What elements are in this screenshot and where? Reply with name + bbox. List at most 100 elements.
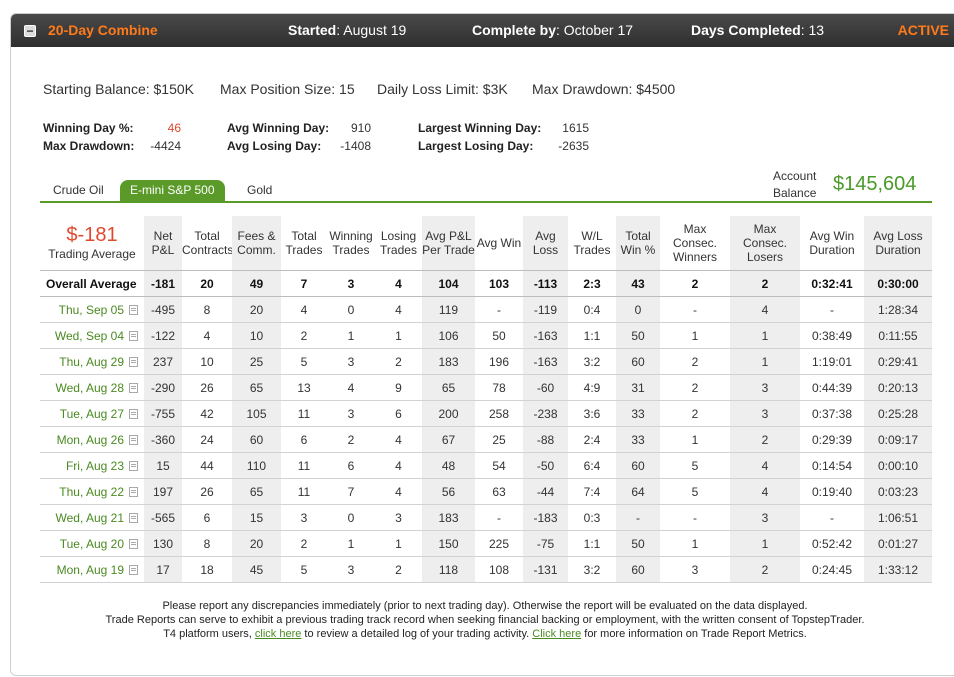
table-cell: 3 (327, 556, 375, 583)
table-cell: 2 (660, 348, 730, 375)
table-cell: 258 (475, 400, 523, 427)
table-cell: -183 (523, 504, 568, 531)
report-document-icon[interactable] (129, 305, 138, 316)
table-cell: 15 (144, 452, 182, 479)
table-cell: 3:6 (568, 400, 616, 427)
table-cell: 33 (616, 426, 660, 453)
report-document-icon[interactable] (129, 539, 138, 550)
table-cell: -119 (523, 296, 568, 323)
footer-text-pre: T4 platform users, (163, 628, 255, 640)
trade-report-table: $-181 Trading Average Net P&L Total Contr… (40, 216, 932, 583)
table-cell: 1 (660, 322, 730, 349)
date-link[interactable]: Mon, Aug 26 (57, 433, 124, 447)
max-drawdown-value: -4424 (150, 139, 181, 153)
table-cell: 103 (475, 270, 523, 297)
table-cell: 0 (327, 296, 375, 323)
table-row: Thu, Aug 29 237 10 25 5 3 2 183 196 -163 3:2 60 2 1 1:… (40, 348, 932, 375)
table-cell: 119 (422, 296, 475, 323)
report-document-icon[interactable] (129, 435, 138, 446)
table-cell: 2 (327, 426, 375, 453)
table-cell: 4 (375, 296, 422, 323)
date-cell: Thu, Aug 29 (40, 348, 144, 375)
date-link[interactable]: Wed, Aug 28 (56, 381, 125, 395)
account-balance-value: $145,604 (833, 173, 917, 195)
table-cell: 2:3 (568, 270, 616, 297)
tab-emini-sp500[interactable]: E-mini S&P 500 (120, 180, 225, 201)
table-cell: 50 (616, 530, 660, 557)
table-cell: 5 (660, 478, 730, 505)
table-cell: 60 (616, 452, 660, 479)
table-cell: 43 (616, 270, 660, 297)
date-link[interactable]: Tue, Aug 27 (60, 407, 124, 421)
table-cell: 0:29:41 (864, 348, 932, 375)
report-document-icon[interactable] (129, 513, 138, 524)
footer-line-1: Please report any discrepancies immediat… (162, 600, 808, 612)
click-here-metrics-link[interactable]: Click here (532, 628, 581, 640)
table-cell: 4 (730, 296, 800, 323)
table-cell: 1:1 (568, 322, 616, 349)
table-cell: -113 (523, 270, 568, 297)
date-link[interactable]: Thu, Sep 05 (59, 303, 124, 317)
table-cell: 0:44:39 (800, 374, 864, 401)
report-document-icon[interactable] (129, 357, 138, 368)
table-cell: 110 (232, 452, 281, 479)
overall-average-label: Overall Average (40, 270, 144, 297)
table-cell: 1 (730, 530, 800, 557)
column-header: Winning Trades (327, 216, 375, 271)
table-cell: 6 (281, 426, 327, 453)
table-cell: 4 (375, 478, 422, 505)
column-header: Avg Loss Duration (864, 216, 932, 271)
table-cell: 1 (327, 530, 375, 557)
date-link[interactable]: Wed, Aug 21 (56, 511, 125, 525)
table-cell: 11 (281, 400, 327, 427)
table-cell: 5 (281, 348, 327, 375)
date-link[interactable]: Wed, Sep 04 (55, 329, 124, 343)
table-cell: 11 (281, 478, 327, 505)
started-label: Started (288, 22, 337, 38)
report-document-icon[interactable] (129, 461, 138, 472)
collapse-button[interactable]: − (24, 25, 36, 37)
trading-average-value: $-181 (66, 224, 118, 246)
column-header: Avg Loss (523, 216, 568, 271)
date-link[interactable]: Thu, Aug 29 (59, 355, 124, 369)
tab-crude-oil[interactable]: Crude Oil (43, 180, 114, 201)
table-cell: - (800, 296, 864, 323)
date-link[interactable]: Mon, Aug 19 (57, 563, 124, 577)
table-cell: - (800, 504, 864, 531)
table-cell: 0:00:10 (864, 452, 932, 479)
tab-gold[interactable]: Gold (237, 180, 282, 201)
date-link[interactable]: Tue, Aug 20 (60, 537, 124, 551)
column-header: Avg Win Duration (800, 216, 864, 271)
report-document-icon[interactable] (129, 331, 138, 342)
table-cell: 4 (375, 452, 422, 479)
date-cell: Thu, Aug 22 (40, 478, 144, 505)
date-cell: Fri, Aug 23 (40, 452, 144, 479)
table-cell: 225 (475, 530, 523, 557)
table-row: Wed, Sep 04 -122 4 10 2 1 1 106 50 -163 1:1 50 1 1 0:3… (40, 322, 932, 349)
table-cell: 3:2 (568, 348, 616, 375)
table-cell: 25 (232, 348, 281, 375)
table-cell: - (616, 504, 660, 531)
click-here-log-link[interactable]: click here (255, 628, 301, 640)
report-document-icon[interactable] (129, 409, 138, 420)
max-drawdown-label: Max Drawdown: (43, 139, 135, 153)
table-cell: -755 (144, 400, 182, 427)
table-cell: -238 (523, 400, 568, 427)
table-cell: 0 (616, 296, 660, 323)
table-cell: 4 (281, 296, 327, 323)
table-row: Tue, Aug 27 -755 42 105 11 3 6 200 258 -238 3:6 33 2… (40, 400, 932, 427)
table-cell: 33 (616, 400, 660, 427)
table-cell: 6:4 (568, 452, 616, 479)
report-document-icon[interactable] (129, 487, 138, 498)
table-cell: 0:52:42 (800, 530, 864, 557)
table-cell: - (475, 296, 523, 323)
date-link[interactable]: Fri, Aug 23 (66, 459, 124, 473)
report-document-icon[interactable] (129, 383, 138, 394)
table-cell: 15 (232, 504, 281, 531)
table-cell: 2 (375, 348, 422, 375)
table-row: Mon, Aug 26 -360 24 60 6 2 4 67 25 -88 2:4 33 1 2 0:29… (40, 426, 932, 453)
table-cell: - (660, 296, 730, 323)
report-document-icon[interactable] (129, 565, 138, 576)
date-link[interactable]: Thu, Aug 22 (59, 485, 124, 499)
column-header: Fees & Comm. (232, 216, 281, 271)
